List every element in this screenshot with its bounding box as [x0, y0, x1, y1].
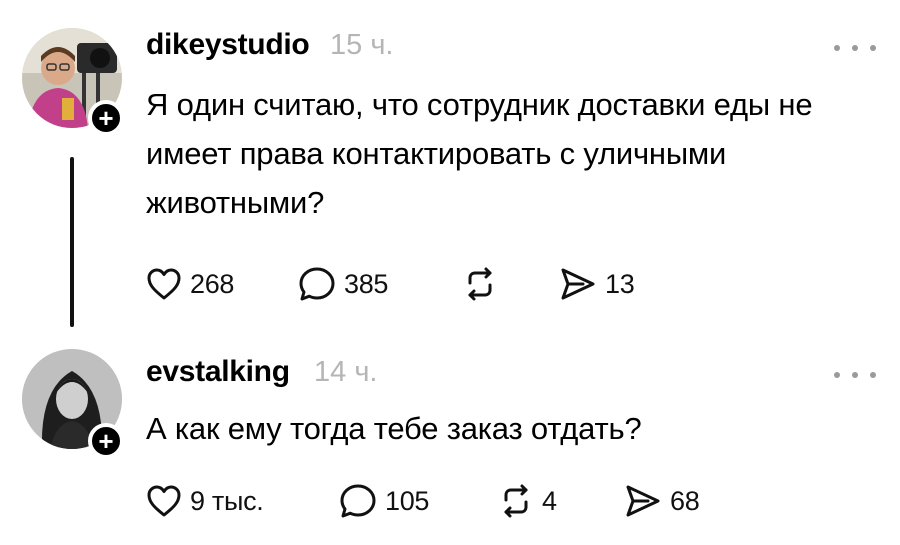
send-icon [626, 485, 660, 517]
share-count: 13 [605, 268, 635, 299]
repost-count: 4 [542, 485, 557, 516]
repost-button[interactable] [462, 264, 506, 304]
like-count: 9 тыс. [190, 485, 264, 516]
share-button[interactable]: 13 [559, 264, 635, 304]
comment-count: 105 [385, 485, 430, 516]
more-options-button[interactable] [834, 38, 876, 58]
heart-icon [147, 485, 181, 517]
comment-button[interactable]: 105 [339, 481, 429, 521]
repost-arrows-icon [504, 484, 528, 518]
speech-bubble-icon [340, 484, 376, 518]
send-icon [561, 268, 595, 300]
like-button[interactable]: 9 тыс. [146, 481, 264, 521]
follow-button[interactable]: + [88, 100, 124, 136]
more-options-button[interactable] [834, 365, 876, 385]
comment-count: 385 [344, 268, 389, 299]
post-text: А как ему тогда тебе заказ отдать? [146, 411, 642, 446]
comment-button[interactable]: 385 [298, 264, 388, 304]
follow-button[interactable]: + [88, 423, 124, 459]
like-button[interactable]: 268 [146, 264, 234, 304]
heart-icon [147, 268, 181, 300]
timestamp: 14 ч. [314, 356, 378, 388]
speech-bubble-icon [299, 267, 335, 301]
repost-arrows-icon [468, 267, 492, 301]
username[interactable]: evstalking [146, 355, 290, 389]
repost-button[interactable]: 4 [498, 481, 557, 521]
post-text: Я один считаю, что сотрудник доставки ед… [146, 87, 813, 220]
like-count: 268 [190, 268, 235, 299]
timestamp: 15 ч. [330, 29, 394, 61]
ellipsis-icon [834, 45, 840, 51]
username[interactable]: dikeystudio [146, 28, 310, 62]
thread-line [70, 157, 74, 327]
share-button[interactable]: 68 [624, 481, 700, 521]
post-actions: 9 тыс. 105 4 68 [146, 481, 746, 521]
post-2: + evstalking 14 ч. А как ему тогда тебе … [0, 340, 900, 545]
ellipsis-icon [834, 372, 840, 378]
post-actions: 268 385 13 [146, 264, 746, 304]
share-count: 68 [670, 485, 700, 516]
post-1: + dikeystudio 15 ч. Я один считаю, что с… [0, 0, 900, 340]
